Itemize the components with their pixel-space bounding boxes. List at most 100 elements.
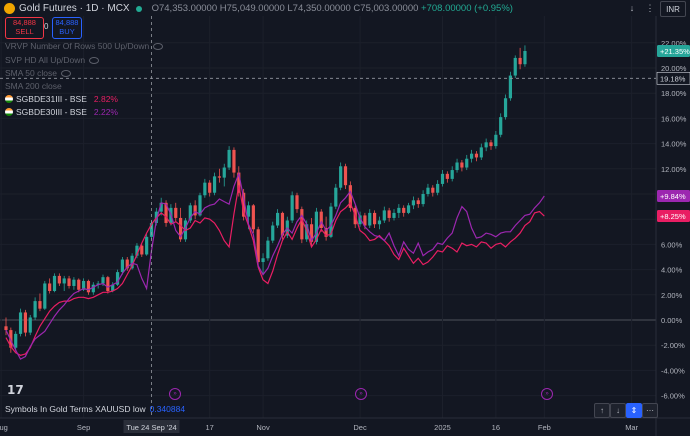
event-marker-icon[interactable]: » xyxy=(355,388,367,400)
candle-body xyxy=(91,284,95,293)
candle-body xyxy=(222,167,226,178)
candle-body xyxy=(416,200,420,205)
y-tick-label: 4.00% xyxy=(661,266,683,275)
eye-icon[interactable] xyxy=(89,57,100,65)
indicator-svp[interactable]: SVP HD All Up/Down xyxy=(5,55,100,65)
y-tick-label: 18.00% xyxy=(661,89,687,98)
compare-symbol-1-value: 2.82% xyxy=(93,94,118,104)
eye-icon[interactable] xyxy=(60,70,71,78)
x-tick-label: Nov xyxy=(256,423,270,432)
candle-body xyxy=(474,153,479,158)
price-chart[interactable]: 22.00%20.00%18.00%16.00%14.00%12.00%10.0… xyxy=(0,0,690,436)
candle-body xyxy=(106,277,110,292)
event-marker-icon[interactable]: » xyxy=(169,388,181,400)
candlestick-series xyxy=(4,45,527,353)
price-tag-label: +8.25% xyxy=(660,212,686,221)
price-tag-label: +9.84% xyxy=(660,192,686,201)
compare-symbol-2-value: 2.22% xyxy=(93,107,118,117)
candle-body xyxy=(174,207,178,218)
x-tick-label: 16 xyxy=(492,423,500,432)
symbols-gold-terms[interactable]: Symbols In Gold Terms XAUUSD low 0.340884 xyxy=(5,404,185,414)
candle-body xyxy=(494,134,498,147)
candle-body xyxy=(72,279,76,286)
collapse-pane-icon[interactable]: ⇕ xyxy=(626,403,642,418)
candle-body xyxy=(101,277,105,284)
candle-body xyxy=(23,312,27,333)
candle-body xyxy=(251,205,255,230)
candle-body xyxy=(38,301,42,309)
candle-body xyxy=(445,173,449,179)
candle-body xyxy=(397,207,401,213)
compare-symbol-2[interactable]: SGBDE30III - BSE 2.22% xyxy=(5,107,118,117)
candle-body xyxy=(208,182,212,193)
indicator-sma200-label: SMA 200 close xyxy=(5,81,62,91)
candle-body xyxy=(18,312,23,334)
x-tick-label: Sep xyxy=(77,423,90,432)
candle-body xyxy=(212,176,217,193)
compare-symbol-1[interactable]: SGBDE31III - BSE 2.82% xyxy=(5,94,118,104)
candle-body xyxy=(77,279,81,290)
candle-body xyxy=(484,142,488,148)
more-pane-options-icon[interactable]: ⋯ xyxy=(642,403,658,418)
indicator-sma50[interactable]: SMA 50 close xyxy=(5,68,71,78)
candle-body xyxy=(48,283,52,292)
candle-body xyxy=(203,182,207,196)
candle-body xyxy=(377,220,382,225)
candle-body xyxy=(513,57,517,76)
y-tick-label: 16.00% xyxy=(661,114,687,123)
candle-body xyxy=(368,212,372,226)
y-tick-label: 6.00% xyxy=(661,240,683,249)
candle-body xyxy=(232,149,236,173)
candle-body xyxy=(261,258,265,263)
candle-body xyxy=(460,162,464,168)
comparison-series xyxy=(5,171,545,360)
candle-body xyxy=(266,240,270,259)
candle-body xyxy=(120,259,124,273)
india-flag-icon xyxy=(5,108,13,116)
candle-body xyxy=(503,98,508,118)
india-flag-icon xyxy=(5,95,13,103)
candle-body xyxy=(402,207,406,213)
y-tick-label: 20.00% xyxy=(661,64,687,73)
crosshair-date-label: Tue 24 Sep '24 xyxy=(126,423,176,432)
candle-body xyxy=(479,147,483,158)
candle-body xyxy=(271,225,275,241)
candle-body xyxy=(523,50,527,65)
y-tick-label: 14.00% xyxy=(661,140,687,149)
candle-body xyxy=(334,187,338,207)
candle-body xyxy=(43,283,47,309)
candle-body xyxy=(67,278,71,286)
candle-body xyxy=(290,195,294,221)
y-tick-label: -2.00% xyxy=(661,341,685,350)
scroll-down-icon[interactable]: ↓ xyxy=(610,403,626,418)
y-tick-label: 2.00% xyxy=(661,291,683,300)
candle-body xyxy=(339,166,343,188)
indicator-sma200[interactable]: SMA 200 close xyxy=(5,81,62,91)
candle-body xyxy=(33,301,37,318)
indicator-vrvp[interactable]: VRVP Number Of Rows 500 Up/Down xyxy=(5,41,164,51)
candle-body xyxy=(300,209,304,240)
x-tick-label: Aug xyxy=(0,423,8,432)
candle-body xyxy=(421,194,425,205)
scroll-up-icon[interactable]: ↑ xyxy=(594,403,610,418)
candle-body xyxy=(489,142,493,147)
tradingview-logo[interactable]: 17 xyxy=(7,383,24,397)
candle-body xyxy=(227,149,231,168)
y-tick-label: 12.00% xyxy=(661,165,687,174)
indicator-sma50-label: SMA 50 close xyxy=(5,68,57,78)
candle-body xyxy=(465,158,469,168)
candle-body xyxy=(28,317,32,333)
candle-body xyxy=(440,173,445,184)
candle-body xyxy=(52,275,57,292)
candle-body xyxy=(411,200,415,206)
candle-body xyxy=(57,275,61,284)
series-line-1 xyxy=(5,185,545,356)
eye-icon[interactable] xyxy=(153,43,164,51)
x-tick-label: 17 xyxy=(206,423,214,432)
candle-body xyxy=(295,195,299,210)
candle-body xyxy=(276,212,280,226)
candle-body xyxy=(373,212,377,225)
y-tick-label: -4.00% xyxy=(661,366,685,375)
event-marker-icon[interactable]: » xyxy=(541,388,553,400)
symbols-gold-terms-value: 0.340884 xyxy=(149,404,186,414)
